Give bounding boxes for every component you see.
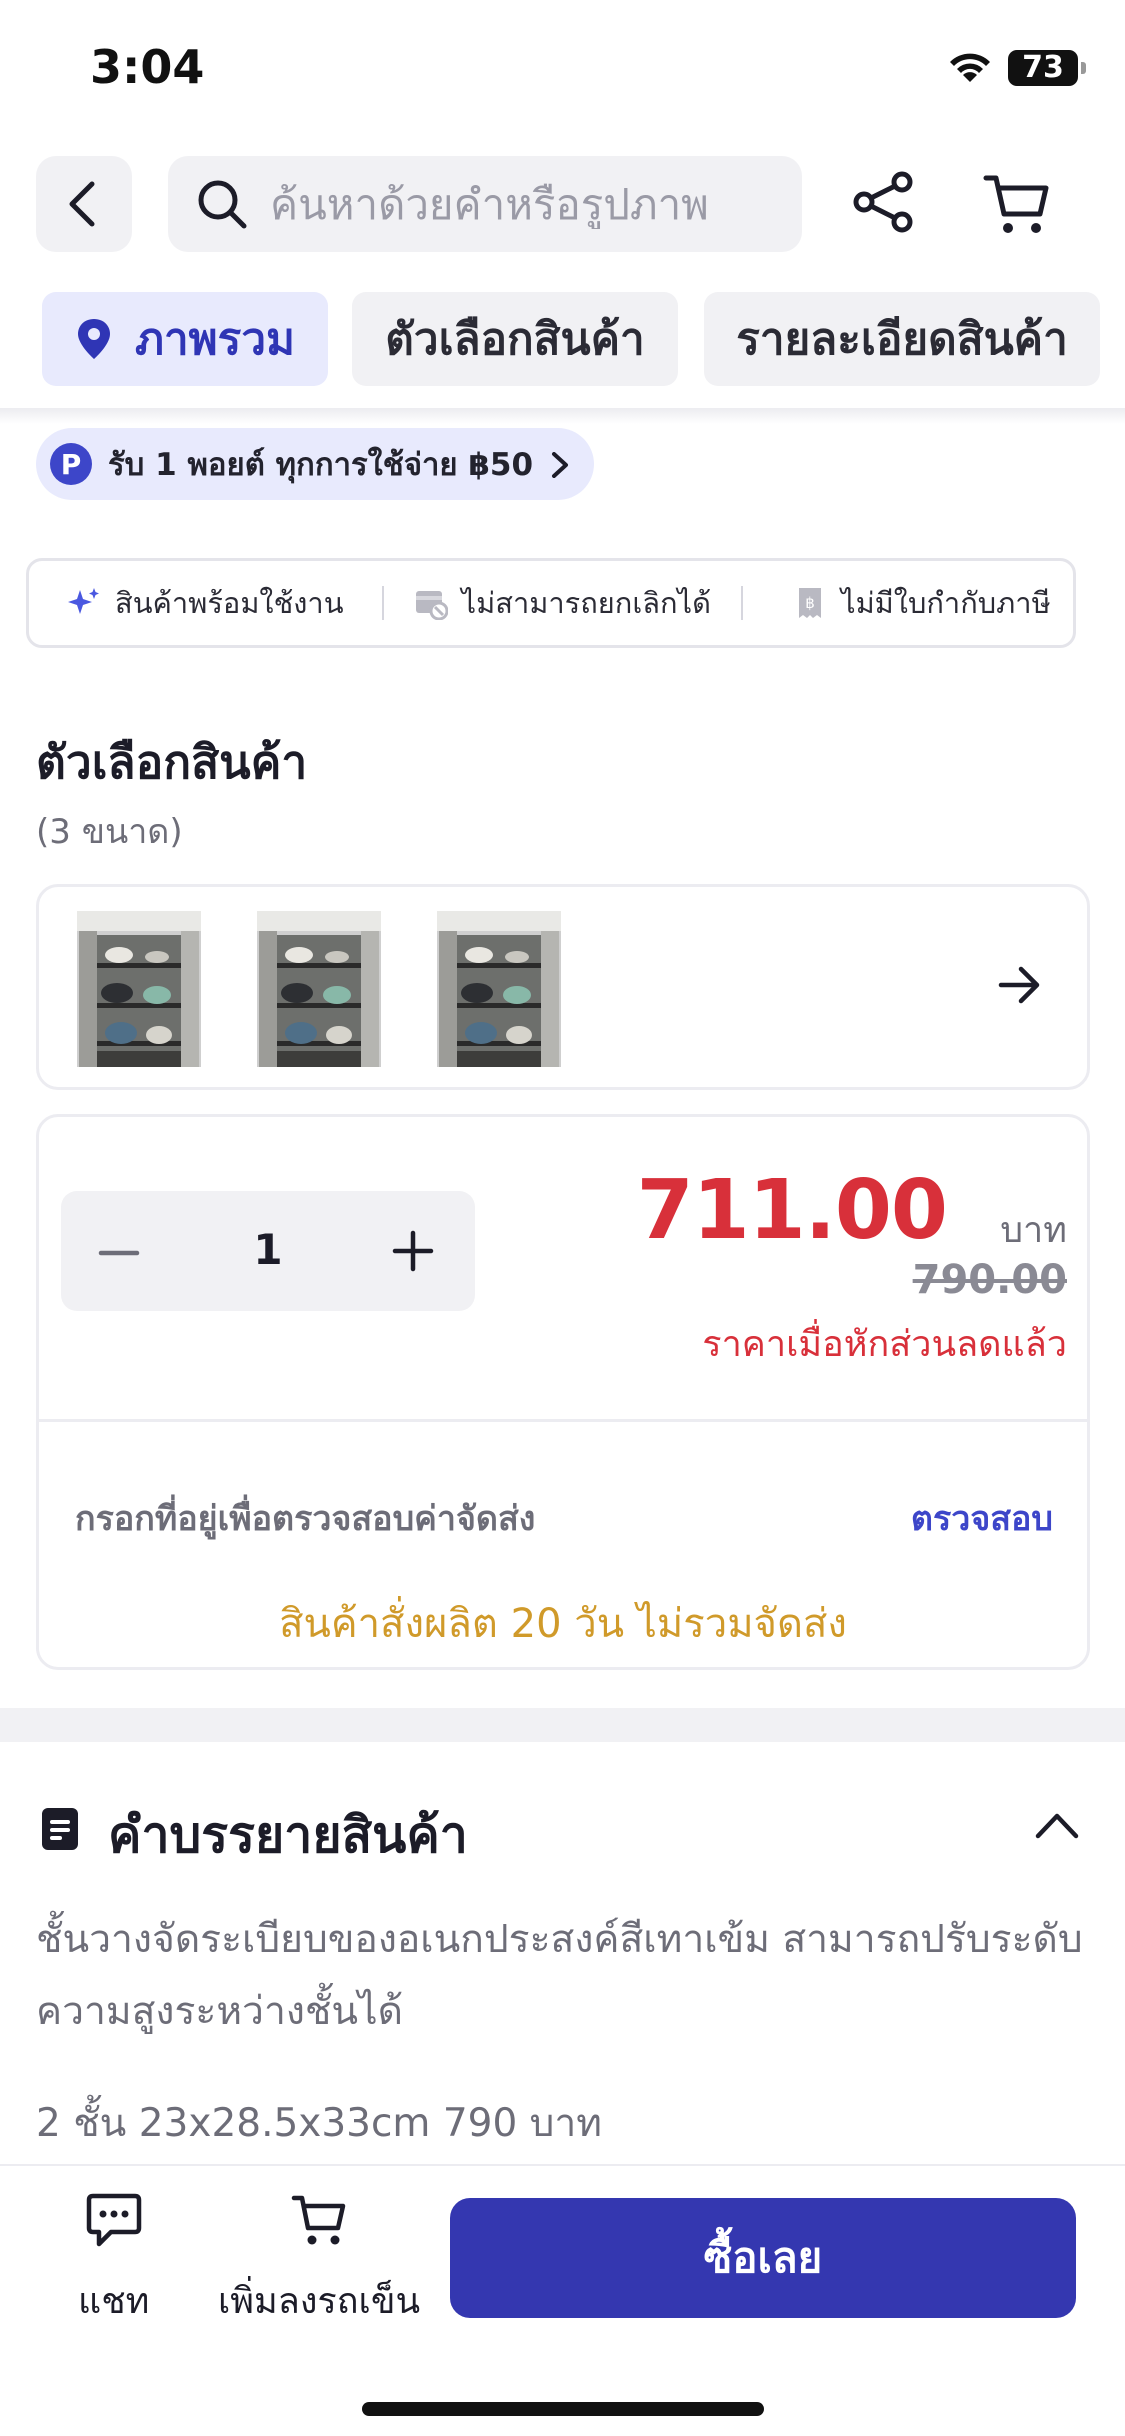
- badge-no-cancel: ไม่สามารถยกเลิกได้: [414, 580, 711, 626]
- location-pin-icon: [77, 319, 110, 359]
- chevron-right-icon: [552, 452, 568, 478]
- plus-icon[interactable]: [391, 1227, 435, 1275]
- svg-text:฿: ฿: [805, 594, 815, 612]
- section-tabs: ภาพรวม ตัวเลือกสินค้า รายละเอียดสินค้า: [0, 292, 1125, 388]
- sale-price: 711.00: [636, 1163, 948, 1258]
- home-indicator[interactable]: [362, 2402, 764, 2416]
- discount-note: ราคาเมื่อหักส่วนลดแล้ว: [702, 1324, 1067, 1365]
- description-header[interactable]: คำบรรยายสินค้า: [36, 1792, 1090, 1864]
- search-bar[interactable]: [168, 156, 802, 252]
- check-shipping-link[interactable]: ตรวจสอบ: [911, 1491, 1053, 1545]
- points-text: รับ 1 พอยต์ ทุกการใช้จ่าย ฿50: [108, 447, 534, 483]
- badge-no-tax-invoice: ฿ ไม่มีใบกำกับภาษี: [793, 580, 1051, 626]
- tab-product-details[interactable]: รายละเอียดสินค้า: [704, 292, 1100, 386]
- points-badge-icon: P: [50, 443, 92, 485]
- badge-ready-label: สินค้าพร้อมใช้งาน: [115, 586, 344, 620]
- status-bar: 3:04 73: [0, 0, 1125, 140]
- sparkle-icon: [68, 588, 99, 614]
- shelf-photo-image: [77, 911, 201, 1067]
- lead-time-notice: สินค้าสั่งผลิต 20 วัน ไม่รวมจัดส่ง: [279, 1601, 847, 1647]
- cart-icon: [291, 2195, 346, 2245]
- cart-icon[interactable]: [982, 170, 1052, 238]
- variant-selector[interactable]: [36, 884, 1090, 1090]
- chevron-left-icon: [69, 181, 95, 227]
- no-cancel-icon: [415, 591, 448, 620]
- shelf-photo-image: [257, 911, 381, 1067]
- back-button[interactable]: [36, 156, 132, 252]
- tab-overview[interactable]: ภาพรวม: [42, 292, 328, 386]
- section-divider: [0, 1708, 1125, 1742]
- share-icon[interactable]: [852, 170, 916, 234]
- badge-ready: สินค้าพร้อมใช้งาน: [67, 580, 344, 626]
- bottom-action-bar: แชท เพิ่มลงรถเข็น ซื้อเลย: [0, 2164, 1125, 2436]
- top-bar: [0, 150, 1125, 260]
- product-badges: สินค้าพร้อมใช้งาน ไม่สามารถยกเลิกได้ ฿ ไ…: [26, 558, 1076, 648]
- status-time: 3:04: [90, 40, 205, 94]
- shipping-label: กรอกที่อยู่เพื่อตรวจสอบค่าจัดส่ง: [75, 1499, 536, 1539]
- quantity-stepper: 1: [61, 1191, 475, 1311]
- badge-no-tax-invoice-label: ไม่มีใบกำกับภาษี: [840, 586, 1051, 620]
- receipt-icon: ฿: [798, 588, 821, 618]
- description-spec: 2 ชั้น 23x28.5x33cm 790 บาท: [36, 2101, 603, 2146]
- tab-product-options[interactable]: ตัวเลือกสินค้า: [352, 292, 678, 386]
- description-text: ชั้นวางจัดระเบียบของอเนกประสงค์สีเทาเข้ม…: [36, 1917, 1083, 2034]
- variant-thumbnail[interactable]: [257, 911, 381, 1067]
- document-icon: [42, 1808, 78, 1850]
- buy-now-button[interactable]: ซื้อเลย: [450, 2198, 1076, 2318]
- chat-label: แชท: [78, 2281, 150, 2322]
- arrow-right-icon[interactable]: [997, 963, 1043, 1007]
- chat-icon: [86, 2193, 141, 2247]
- battery-icon: 73: [1008, 50, 1086, 86]
- tabs-shadow: [0, 408, 1125, 424]
- variant-thumbnail[interactable]: [77, 911, 201, 1067]
- search-icon: [198, 180, 247, 229]
- card-divider: [39, 1419, 1087, 1422]
- badge-no-cancel-label: ไม่สามารถยกเลิกได้: [461, 586, 711, 620]
- price-card: 1 711.00 บาท 790.00 ราคาเมื่อหักส่วนลดแล…: [36, 1114, 1090, 1670]
- add-to-cart-button[interactable]: เพิ่มลงรถเข็น: [218, 2192, 420, 2329]
- points-banner[interactable]: P รับ 1 พอยต์ ทุกการใช้จ่าย ฿50: [36, 428, 594, 500]
- tab-product-options-label: ตัวเลือกสินค้า: [385, 314, 645, 365]
- description-title: คำบรรยายสินค้า: [108, 1806, 468, 1864]
- variants-count: (3 ขนาด): [36, 812, 183, 852]
- badge-divider: [740, 586, 743, 620]
- badge-divider: [381, 586, 384, 620]
- variants-title: ตัวเลือกสินค้า: [36, 735, 308, 789]
- original-price: 790.00: [912, 1257, 1067, 1303]
- variant-thumbnail[interactable]: [437, 911, 561, 1067]
- add-to-cart-label: เพิ่มลงรถเข็น: [218, 2281, 421, 2322]
- price-currency: บาท: [1000, 1210, 1067, 1251]
- tab-overview-label: ภาพรวม: [134, 314, 296, 365]
- wifi-icon: [950, 53, 990, 82]
- chevron-up-icon[interactable]: [1034, 1810, 1080, 1840]
- tab-product-details-label: รายละเอียดสินค้า: [736, 314, 1068, 365]
- chat-button[interactable]: แชท: [78, 2192, 149, 2329]
- search-input[interactable]: [270, 179, 770, 229]
- shelf-photo-image: [437, 911, 561, 1067]
